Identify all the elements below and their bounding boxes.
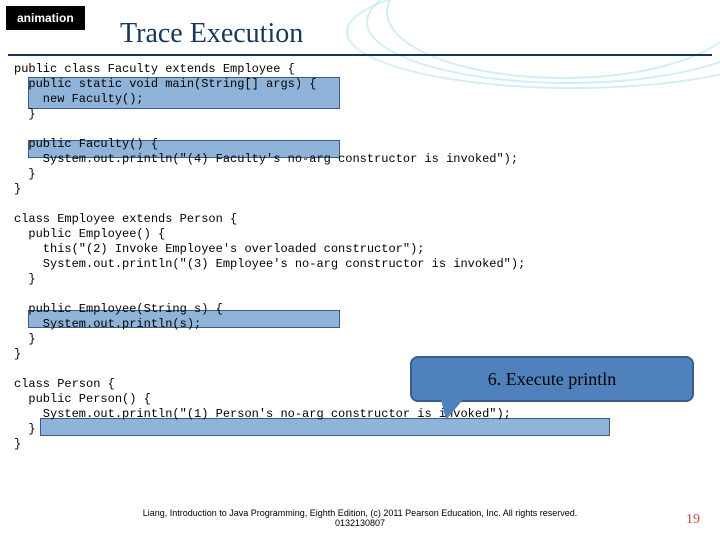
- title-underline: [8, 54, 712, 56]
- footer-citation: Liang, Introduction to Java Programming,…: [140, 508, 580, 528]
- slide-title: Trace Execution: [120, 18, 303, 50]
- callout-tail: [440, 396, 466, 420]
- animation-badge: animation: [6, 6, 85, 30]
- page-number: 19: [686, 512, 700, 528]
